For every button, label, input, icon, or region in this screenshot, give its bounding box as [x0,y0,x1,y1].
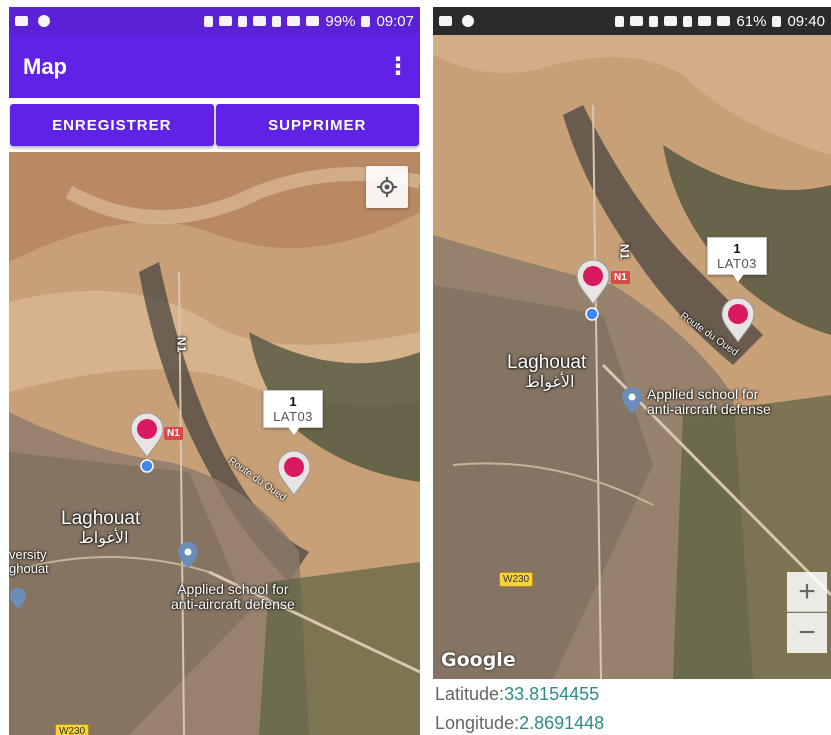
university-pin-icon[interactable] [9,588,27,610]
mute-icon [664,16,678,26]
university-label-line2: ghouat [9,561,49,577]
info-title: 1 [733,241,741,256]
road-n1-badge: N1 [164,427,183,440]
nfc-icon [630,16,644,26]
my-location-button[interactable] [366,166,408,208]
satellite-imagery [9,152,420,735]
overflow-menu-icon[interactable]: ⋮ [386,52,410,81]
marker-info-window[interactable]: 1 LAT03 [263,390,323,435]
screen-icon [15,16,28,26]
coordinates-panel: Latitude:33.8154455 Longitude:2.8691448 [433,680,604,735]
my-location-dot [585,307,599,321]
map-marker-pin[interactable] [277,450,311,496]
road-n1-vertical-label: N1 [174,336,189,353]
save-button[interactable]: ENREGISTRER [10,104,214,146]
settings-icon [38,15,50,27]
marker-info-window[interactable]: 1 LAT03 [707,237,767,282]
poi-label: Applied school for anti-aircraft defense [171,581,295,613]
latitude-label: Latitude: [435,684,505,704]
poi-pin-icon[interactable] [621,387,643,415]
delete-button[interactable]: SUPPRIMER [215,104,419,146]
map-view[interactable]: N1 N1 Route du Oued 1 LAT03 Laghouat الأ… [9,152,420,735]
road-n1-badge: N1 [611,271,630,284]
road-w230-badge: W230 [499,572,534,587]
alarm-icon [683,15,693,27]
status-bar: 61% 09:40 [433,7,831,35]
phone-screen-left: 99% 09:07 Map ⋮ ENREGISTRER SUPPRIMER N1… [9,0,420,735]
battery-level: 61% [736,12,767,30]
longitude-value: 2.8691448 [519,713,605,733]
university-label: versity ghouat [9,547,49,577]
action-buttons: ENREGISTRER SUPPRIMER [9,104,420,146]
map-marker-pin[interactable] [721,297,755,343]
longitude-label: Longitude: [435,713,520,733]
city-label-arabic: الأغواط [525,374,575,391]
settings-icon [462,15,474,27]
location-icon [649,15,659,27]
battery-icon [361,15,371,27]
my-location-dot [140,459,154,473]
battery-level: 99% [325,12,356,30]
status-bar: 99% 09:07 [9,7,420,35]
city-label: Laghouat [61,508,141,529]
latitude-value: 33.8154455 [504,684,600,704]
longitude-row: Longitude:2.8691448 [435,709,604,735]
info-snippet: LAT03 [717,256,757,271]
nfc-icon [219,16,233,26]
crosshair-icon [377,177,397,197]
road-n1-vertical-label: N1 [617,243,632,260]
signal-icon [306,16,320,26]
info-snippet: LAT03 [273,409,313,424]
alarm-icon [272,15,282,27]
phone-screen-right: 61% 09:40 N1 N1 Route du Oued 1 LAT03 La… [433,0,831,735]
road-w230-badge: W230 [55,724,90,735]
mute-icon [253,16,267,26]
poi-pin-icon[interactable] [177,542,199,570]
lock-icon [615,15,625,27]
map-view[interactable]: N1 N1 Route du Oued 1 LAT03 Laghouat الأ… [433,35,831,679]
city-label: Laghouat [507,352,587,373]
poi-label: Applied school for anti-aircraft defense [647,386,771,418]
satellite-imagery [433,35,831,679]
clock: 09:40 [787,12,825,30]
wifi-icon [287,16,301,26]
google-attribution-logo[interactable]: Google [441,649,516,671]
poi-label-line2: anti-aircraft defense [647,401,771,418]
city-label-arabic: الأغواط [79,530,129,547]
clock: 09:07 [376,12,414,30]
zoom-out-button[interactable]: − [787,613,827,653]
page-title: Map [23,53,67,79]
app-toolbar: Map ⋮ [9,35,420,98]
lock-icon [204,15,214,27]
wifi-icon [698,16,712,26]
map-marker-pin[interactable] [130,412,164,458]
poi-label-line2: anti-aircraft defense [171,596,295,613]
latitude-row: Latitude:33.8154455 [435,680,604,709]
battery-icon [772,15,782,27]
location-icon [238,15,248,27]
gallery-icon [439,16,452,26]
info-title: 1 [289,394,297,409]
map-marker-pin[interactable] [576,259,610,305]
zoom-in-button[interactable]: + [787,572,827,612]
signal-icon [717,16,731,26]
